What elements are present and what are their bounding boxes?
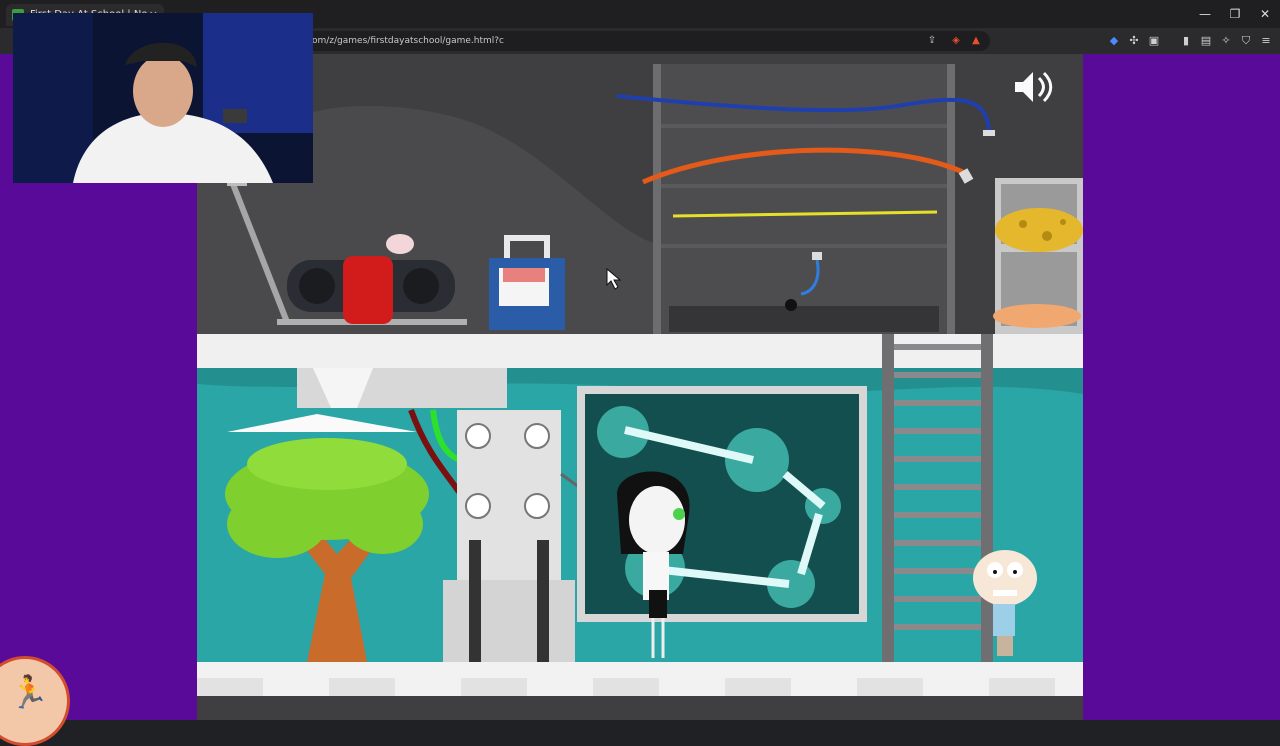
- close-window-button[interactable]: ✕: [1250, 0, 1280, 28]
- sidebar-icon[interactable]: ▮: [1178, 32, 1194, 50]
- share-icon[interactable]: ⇪: [924, 33, 940, 49]
- cheese-cabinet: [993, 178, 1083, 334]
- running-person-icon: 🏃: [9, 673, 49, 711]
- cheese-wheel: [995, 208, 1083, 252]
- brave-shield-icon[interactable]: ◈: [948, 33, 964, 49]
- small-cable-plug: [812, 252, 822, 260]
- wallet-icon[interactable]: ▤: [1198, 32, 1214, 50]
- minimize-button[interactable]: —: [1190, 0, 1220, 28]
- upper-floor: [197, 334, 1083, 368]
- pink-mouse: [386, 234, 414, 254]
- game-canvas[interactable]: [197, 54, 1083, 720]
- cheese-crumbs: [993, 304, 1081, 328]
- blue-wire-plug: [983, 130, 995, 136]
- streamer-video: [13, 13, 313, 183]
- game-scene: [197, 54, 1083, 720]
- extensions-icon[interactable]: ✣: [1126, 32, 1142, 50]
- maximize-button[interactable]: ❐: [1220, 0, 1250, 28]
- red-boxing-glove: [343, 256, 393, 324]
- window-controls: — ❐ ✕: [1190, 0, 1280, 28]
- webcam-overlay: [13, 13, 313, 183]
- black-ball: [785, 299, 797, 311]
- bookmark-icon[interactable]: ◆: [1106, 32, 1122, 50]
- rewards-icon[interactable]: ▲: [968, 33, 984, 49]
- vpn-icon[interactable]: ⛉: [1238, 32, 1254, 50]
- menu-icon[interactable]: ≡: [1258, 32, 1274, 50]
- screenshot-icon[interactable]: ▣: [1146, 32, 1162, 50]
- leo-ai-icon[interactable]: ✧: [1218, 32, 1234, 50]
- address-url: om/z/games/firstdayatschool/game.html?c: [312, 36, 505, 46]
